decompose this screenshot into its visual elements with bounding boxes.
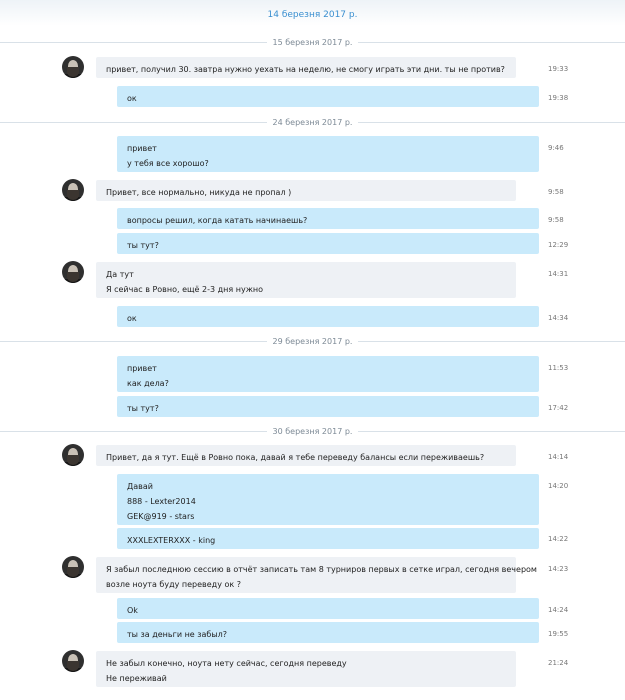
message-time: 14:14 [548, 453, 569, 461]
incoming-message: Да тут Я сейчас в Ровно, ещё 2-3 дня нужн… [96, 262, 516, 298]
outgoing-message: ты за деньги не забыл? [117, 622, 539, 643]
message-time: 11:53 [548, 364, 569, 372]
message-time: 14:20 [548, 482, 569, 490]
message-time: 14:31 [548, 270, 569, 278]
message-time: 14:23 [548, 565, 569, 573]
outgoing-message: ты тут? [117, 233, 539, 254]
incoming-message: Привет, да я тут. Ещё в Ровно пока, дава… [96, 445, 516, 466]
floating-date-label: 14 березня 2017 р. [267, 10, 358, 20]
incoming-message: Не забыл конечно, ноута нету сейчас, сег… [96, 651, 516, 687]
message-time: 17:42 [548, 404, 569, 412]
outgoing-message: привет как дела? [117, 356, 539, 392]
message-time: 19:33 [548, 65, 569, 73]
outgoing-message: XXXLEXTERXXX - king [117, 528, 539, 549]
message-time: 9:46 [548, 144, 564, 152]
message-time: 19:38 [548, 94, 569, 102]
outgoing-message: ок [117, 306, 539, 327]
contact-avatar[interactable] [62, 650, 84, 672]
incoming-message: Я забыл последнюю сессию в отчёт записат… [96, 557, 537, 593]
contact-avatar[interactable] [62, 179, 84, 201]
date-separator: 29 березня 2017 р. [0, 337, 625, 347]
contact-avatar[interactable] [62, 261, 84, 283]
contact-avatar[interactable] [62, 444, 84, 466]
message-time: 21:24 [548, 659, 569, 667]
message-time: 19:55 [548, 630, 569, 638]
outgoing-message: ты тут? [117, 396, 539, 417]
message-time: 14:34 [548, 314, 569, 322]
message-time: 9:58 [548, 188, 564, 196]
message-time: 14:24 [548, 606, 569, 614]
incoming-message: привет, получил 30. завтра нужно уехать … [96, 57, 516, 78]
outgoing-message: ок [117, 86, 539, 107]
message-time: 12:29 [548, 241, 569, 249]
message-time: 14:22 [548, 535, 569, 543]
message-time: 9:58 [548, 216, 564, 224]
date-separator: 30 березня 2017 р. [0, 427, 625, 437]
contact-avatar[interactable] [62, 556, 84, 578]
contact-avatar[interactable] [62, 56, 84, 78]
date-separator: 24 березня 2017 р. [0, 118, 625, 128]
outgoing-message: привет у тебя все хорошо? [117, 136, 539, 172]
date-separator: 15 березня 2017 р. [0, 38, 625, 48]
incoming-message: Привет, все нормально, никуда не пропал … [96, 180, 516, 201]
outgoing-message: вопросы решил, когда катать начинаешь? [117, 208, 539, 229]
outgoing-message: Ok [117, 598, 539, 619]
outgoing-message: Давай 888 - Lexter2014 GEK@919 - stars [117, 474, 539, 525]
